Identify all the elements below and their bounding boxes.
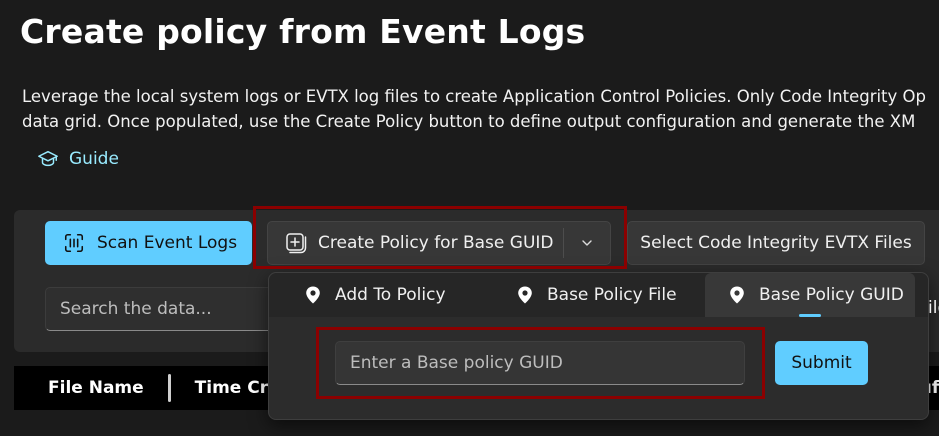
tab-add-to-policy[interactable]: Add To Policy bbox=[303, 273, 499, 317]
create-policy-split-button: Create Policy for Base GUID bbox=[267, 221, 611, 265]
create-policy-button[interactable]: Create Policy for Base GUID bbox=[268, 222, 563, 264]
flyout-tab-bar: Add To Policy Base Policy File Base Poli… bbox=[269, 273, 928, 317]
tab-label: Add To Policy bbox=[335, 285, 446, 305]
selected-tab-indicator bbox=[799, 314, 821, 317]
column-header-file-name[interactable]: File Name bbox=[48, 378, 144, 398]
scan-event-logs-button[interactable]: Scan Event Logs bbox=[45, 221, 252, 265]
submit-button[interactable]: Submit bbox=[775, 341, 868, 385]
location-pin-icon bbox=[518, 286, 532, 304]
page-description: Leverage the local system logs or EVTX l… bbox=[22, 84, 939, 134]
scan-icon bbox=[64, 233, 84, 253]
guide-link[interactable]: Guide bbox=[37, 148, 119, 170]
page-title: Create policy from Event Logs bbox=[20, 12, 586, 51]
tab-overflow-text: ile bbox=[928, 298, 939, 318]
location-pin-icon bbox=[730, 286, 744, 304]
location-pin-icon bbox=[306, 286, 320, 304]
chevron-down-icon bbox=[582, 240, 592, 246]
description-line-2: data grid. Once populated, use the Creat… bbox=[22, 112, 916, 131]
search-input[interactable]: Search the data... bbox=[45, 287, 277, 331]
tab-overflow-label: ile bbox=[928, 298, 939, 318]
select-evtx-files-button[interactable]: Select Code Integrity EVTX Files bbox=[627, 221, 925, 265]
tab-label: Base Policy GUID bbox=[759, 285, 904, 305]
scan-event-logs-label: Scan Event Logs bbox=[97, 233, 238, 253]
tab-label: Base Policy File bbox=[547, 285, 677, 305]
add-square-icon bbox=[286, 233, 307, 254]
column-header-time-created[interactable]: Time Cre bbox=[195, 378, 280, 398]
create-policy-dropdown-button[interactable] bbox=[564, 222, 610, 264]
tab-base-policy-file[interactable]: Base Policy File bbox=[515, 273, 705, 317]
column-resize-handle[interactable] bbox=[167, 374, 171, 402]
guide-label: Guide bbox=[69, 149, 119, 169]
graduation-cap-icon bbox=[38, 150, 58, 167]
tab-base-policy-guid[interactable]: Base Policy GUID bbox=[705, 273, 915, 317]
description-line-1: Leverage the local system logs or EVTX l… bbox=[22, 87, 926, 106]
base-policy-guid-input[interactable]: Enter a Base policy GUID bbox=[335, 341, 745, 385]
create-policy-label: Create Policy for Base GUID bbox=[318, 233, 554, 253]
